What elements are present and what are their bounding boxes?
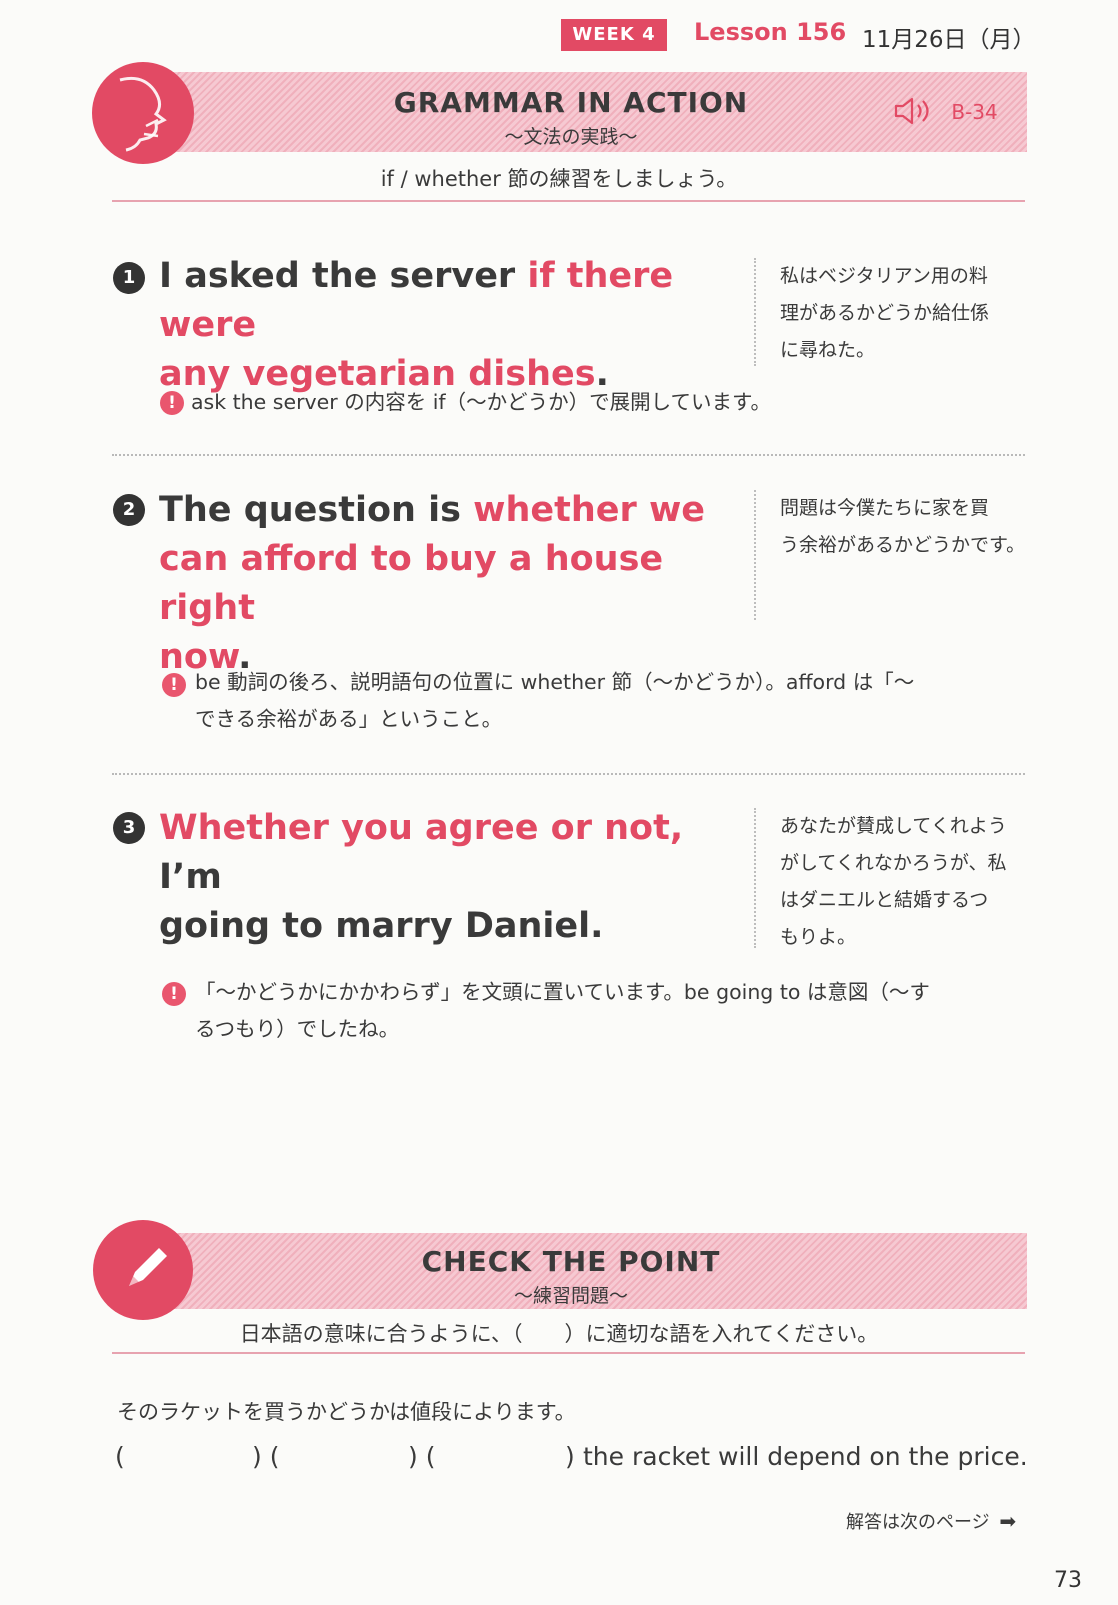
example-sentence: I asked the server if there were any veg… bbox=[159, 252, 739, 399]
next-page-hint[interactable]: 解答は次のページ ➡ bbox=[846, 1508, 1016, 1534]
speaker-icon bbox=[893, 97, 939, 131]
week-badge: WEEK 4 bbox=[561, 19, 667, 51]
question-japanese: そのラケットを買うかどうかは値段によります。 bbox=[117, 1400, 576, 1424]
exclamation-icon: ! bbox=[162, 673, 186, 697]
page-number: 73 bbox=[1054, 1568, 1082, 1593]
grammar-banner: GRAMMAR IN ACTION ～文法の実践～ B-34 bbox=[115, 72, 1027, 152]
grammar-note: 「～かどうかにかかわらず」を文頭に置いています。be going to は意図（… bbox=[195, 974, 1025, 1048]
section-divider bbox=[112, 773, 1025, 775]
lesson-number: Lesson 156 bbox=[694, 18, 847, 46]
translation-line: あなたが賛成してくれよう bbox=[780, 815, 1007, 837]
sentence-text: I asked the server bbox=[159, 256, 528, 296]
sentence-text: I’m bbox=[159, 857, 222, 897]
note-line: るつもり）でしたね。 bbox=[195, 1017, 400, 1041]
note-line: できる余裕がある」ということ。 bbox=[195, 707, 503, 731]
check-title: CHECK THE POINT bbox=[421, 1245, 721, 1278]
arrow-right-icon: ➡ bbox=[999, 1509, 1017, 1533]
blank-separator: ) ( bbox=[408, 1442, 436, 1471]
grammar-instruction: if / whether 節の練習をしましょう。 bbox=[380, 167, 738, 191]
blank-separator: ) ( bbox=[252, 1442, 280, 1471]
item-number: 2 bbox=[113, 494, 145, 526]
item-number: 1 bbox=[113, 262, 145, 294]
answer-tail: the racket will depend on the price. bbox=[583, 1442, 1028, 1471]
translation-line: 理があるかどうか給仕係 bbox=[780, 302, 990, 324]
note-line: 「～かどうかにかかわらず」を文頭に置いています。be going to は意図（… bbox=[195, 980, 930, 1004]
translation-line: 私はベジタリアン用の料 bbox=[780, 265, 988, 287]
grammar-badge bbox=[92, 62, 194, 164]
next-page-label: 解答は次のページ bbox=[846, 1512, 990, 1533]
grammar-subtitle: ～文法の実践～ bbox=[504, 126, 638, 148]
translation-line: に尋ねた。 bbox=[780, 339, 876, 361]
check-banner: CHECK THE POINT ～練習問題～ bbox=[115, 1233, 1027, 1309]
item-number: 3 bbox=[113, 812, 145, 844]
translation: 問題は今僕たちに家を買 う余裕があるかどうかです。 bbox=[780, 490, 1050, 564]
example-sentence: The question is whether we can afford to… bbox=[159, 486, 739, 682]
check-rule bbox=[112, 1352, 1025, 1354]
blank-close: ) bbox=[565, 1442, 575, 1471]
translation-line: がしてくれなかろうが、私 bbox=[780, 852, 1007, 874]
target-clause: whether we bbox=[473, 490, 706, 530]
column-divider bbox=[754, 808, 756, 948]
pencil-icon bbox=[129, 1248, 167, 1286]
audio-track-label: B-34 bbox=[951, 100, 998, 124]
translation-line: 問題は今僕たちに家を買 bbox=[780, 497, 990, 519]
translation-line: う余裕があるかどうかです。 bbox=[780, 534, 1026, 556]
sentence-text: going to marry Daniel. bbox=[159, 906, 604, 946]
column-divider bbox=[754, 258, 756, 366]
speaking-head-icon bbox=[119, 76, 167, 152]
grammar-note: be 動詞の後ろ、説明語句の位置に whether 節（～かどうか）。affor… bbox=[195, 664, 1025, 738]
check-badge bbox=[93, 1220, 193, 1320]
grammar-note: ask the server の内容を if（～かどうか）で展開しています。 bbox=[191, 384, 1031, 421]
example-sentence: Whether you agree or not, I’m going to m… bbox=[159, 804, 739, 951]
exclamation-icon: ! bbox=[160, 391, 184, 415]
translation: 私はベジタリアン用の料 理があるかどうか給仕係 に尋ねた。 bbox=[780, 258, 1040, 369]
translation: あなたが賛成してくれよう がしてくれなかろうが、私 はダニエルと結婚するつ もり… bbox=[780, 808, 1040, 956]
note-line: ask the server の内容を if（～かどうか）で展開しています。 bbox=[191, 390, 771, 414]
check-instruction: 日本語の意味に合うように、（ ）に適切な語を入れてください。 bbox=[239, 1322, 879, 1346]
sentence-text: The question is bbox=[159, 490, 474, 530]
grammar-rule bbox=[112, 200, 1025, 202]
target-clause: can afford to buy a house right bbox=[159, 539, 664, 628]
exclamation-icon: ! bbox=[162, 982, 186, 1006]
section-divider bbox=[112, 454, 1025, 456]
answer-line: ( ) ( ) ( ) the racket will depend on th… bbox=[115, 1442, 1035, 1482]
translation-line: はダニエルと結婚するつ bbox=[780, 889, 989, 911]
note-line: be 動詞の後ろ、説明語句の位置に whether 節（～かどうか）。affor… bbox=[195, 670, 915, 694]
blank-open: ( bbox=[115, 1442, 125, 1471]
translation-line: もりよ。 bbox=[780, 926, 857, 948]
target-clause: Whether you agree or not, bbox=[159, 808, 684, 848]
audio-track[interactable]: B-34 bbox=[893, 96, 998, 131]
check-subtitle: ～練習問題～ bbox=[513, 1285, 628, 1307]
lesson-date: 11月26日（月） bbox=[862, 27, 1036, 53]
grammar-title: GRAMMAR IN ACTION bbox=[393, 86, 749, 119]
column-divider bbox=[754, 490, 756, 620]
